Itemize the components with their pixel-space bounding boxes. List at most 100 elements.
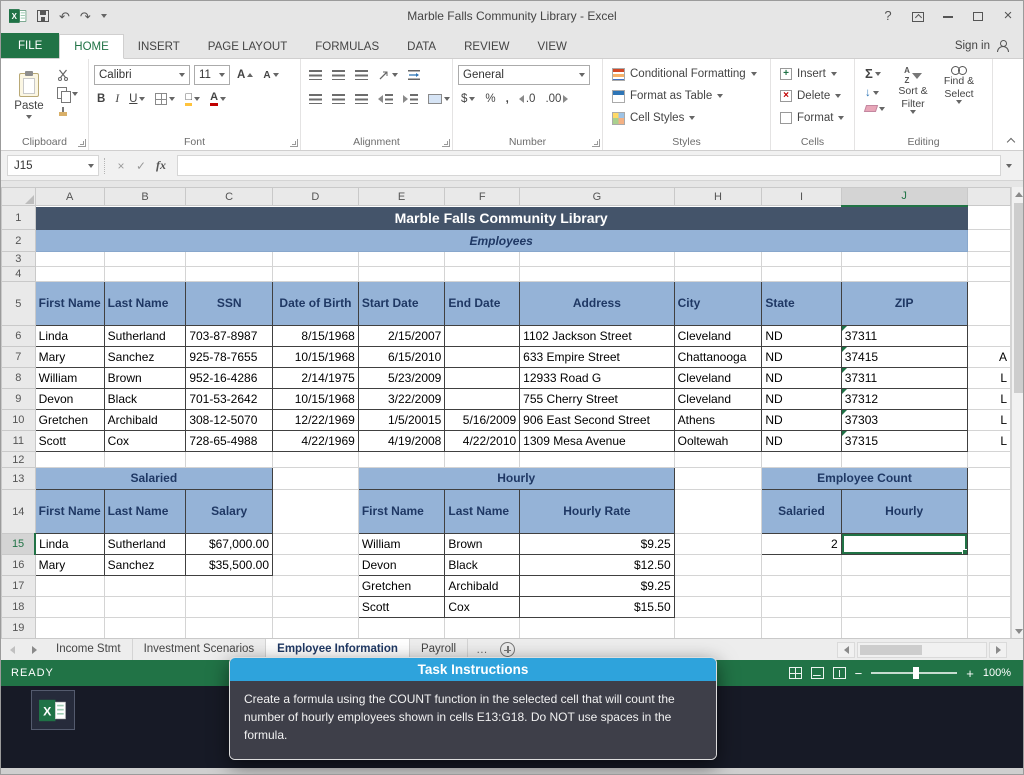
normal-view-button[interactable]	[788, 667, 802, 679]
cell-B10[interactable]: Archibald	[103, 409, 187, 431]
cell-I13[interactable]: Employee Count	[761, 467, 968, 490]
cell-A6[interactable]: Linda	[34, 325, 105, 347]
col-header-G[interactable]: G	[519, 187, 675, 206]
cell-I3[interactable]	[761, 251, 842, 267]
close-button[interactable]: ×	[993, 1, 1023, 31]
cell-G12[interactable]	[519, 451, 675, 468]
cell-F5[interactable]: End Date	[444, 281, 521, 326]
cell-D17[interactable]	[272, 575, 359, 597]
format-painter-button[interactable]	[54, 106, 81, 120]
redo-button[interactable]: ↷	[80, 10, 91, 23]
row-header-6[interactable]: 6	[1, 325, 36, 347]
cell-H15[interactable]	[673, 533, 763, 555]
cell-I6[interactable]: ND	[761, 325, 842, 347]
fill-color-button[interactable]: □	[182, 91, 203, 107]
align-top-button[interactable]	[306, 69, 325, 81]
col-header-A[interactable]: A	[34, 187, 105, 206]
cell-B4[interactable]	[103, 266, 187, 282]
font-color-button[interactable]: A	[207, 91, 229, 107]
align-bottom-button[interactable]	[352, 69, 371, 81]
cell-G14[interactable]: Hourly Rate	[519, 489, 675, 534]
grow-font-button[interactable]: A	[234, 68, 256, 82]
cell-C12[interactable]	[185, 451, 273, 468]
cell-D7[interactable]: 10/15/1968	[272, 346, 359, 368]
cell-F10[interactable]: 5/16/2009	[444, 409, 521, 431]
cell-C6[interactable]: 703-87-8987	[185, 325, 273, 347]
cell-G8[interactable]: 12933 Road G	[519, 367, 675, 389]
enter-formula-button[interactable]: ✓	[131, 159, 151, 173]
cell-C8[interactable]: 952-16-4286	[185, 367, 273, 389]
row-header-1[interactable]: 1	[1, 205, 36, 230]
cell-C16[interactable]: $35,500.00	[185, 554, 273, 576]
cell-H6[interactable]: Cleveland	[673, 325, 763, 347]
cell-D9[interactable]: 10/15/1968	[272, 388, 359, 410]
col-header-J[interactable]: J	[840, 187, 968, 207]
cell-K17[interactable]	[966, 575, 1011, 597]
comma-style-button[interactable]: ,	[503, 92, 512, 106]
help-button[interactable]: ?	[873, 1, 903, 31]
fill-button[interactable]: ↓	[862, 86, 888, 100]
shrink-font-button[interactable]: A	[260, 69, 281, 82]
cell-A19[interactable]	[34, 617, 105, 638]
cell-G10[interactable]: 906 East Second Street	[519, 409, 675, 431]
expand-formula-bar-button[interactable]	[1001, 163, 1017, 168]
italic-button[interactable]: I	[112, 92, 122, 106]
cell-B16[interactable]: Sanchez	[103, 554, 187, 576]
cell-C17[interactable]	[185, 575, 273, 597]
cell-A8[interactable]: William	[34, 367, 105, 389]
zoom-in-button[interactable]: +	[966, 667, 974, 680]
cell-I7[interactable]: ND	[761, 346, 842, 368]
cell-B3[interactable]	[103, 251, 187, 267]
save-button[interactable]	[37, 10, 49, 22]
cell-K3[interactable]	[966, 251, 1011, 267]
cell-E17[interactable]: Gretchen	[357, 575, 446, 597]
cell-H17[interactable]	[673, 575, 763, 597]
align-middle-button[interactable]	[329, 69, 348, 81]
paste-button[interactable]: Paste	[6, 63, 52, 125]
cell-H7[interactable]: Chattanooga	[673, 346, 763, 368]
number-format-combo[interactable]: General	[458, 65, 590, 85]
tab-view[interactable]: VIEW	[523, 35, 580, 58]
cell-K12[interactable]	[966, 451, 1011, 468]
cell-K19[interactable]	[966, 617, 1011, 638]
cell-A3[interactable]	[34, 251, 105, 267]
copy-button[interactable]	[54, 86, 81, 103]
cell-B18[interactable]	[103, 596, 187, 618]
cell-H4[interactable]	[673, 266, 763, 282]
cell-I9[interactable]: ND	[761, 388, 842, 410]
new-sheet-button[interactable]	[499, 642, 515, 657]
cell-F19[interactable]	[444, 617, 521, 638]
cell-B17[interactable]	[103, 575, 187, 597]
cell-J18[interactable]	[840, 596, 968, 618]
cell-D11[interactable]: 4/22/1969	[272, 430, 359, 452]
cell-G19[interactable]	[519, 617, 675, 638]
cell-K6[interactable]	[966, 325, 1011, 347]
cell-J8[interactable]: 37311	[840, 367, 968, 389]
cell-H8[interactable]: Cleveland	[673, 367, 763, 389]
cell-C14[interactable]: Salary	[185, 489, 273, 534]
cell-F8[interactable]	[444, 367, 521, 389]
number-dialog-launcher[interactable]	[592, 139, 600, 147]
cell-G4[interactable]	[519, 266, 675, 282]
row-header-3[interactable]: 3	[1, 251, 36, 267]
font-size-combo[interactable]: 11	[194, 65, 230, 85]
cell-J3[interactable]	[840, 251, 968, 267]
cell-D12[interactable]	[272, 451, 359, 468]
name-box[interactable]: J15	[7, 155, 99, 176]
sheet-nav-right[interactable]	[23, 639, 45, 660]
percent-style-button[interactable]: %	[482, 92, 498, 106]
restore-button[interactable]	[963, 1, 993, 31]
decrease-decimal-button[interactable]: .00	[542, 92, 571, 106]
cell-H10[interactable]: Athens	[673, 409, 763, 431]
col-header-I[interactable]: I	[761, 187, 842, 206]
cell-A9[interactable]: Devon	[34, 388, 105, 410]
tab-page-layout[interactable]: PAGE LAYOUT	[194, 35, 301, 58]
tab-data[interactable]: DATA	[393, 35, 450, 58]
cell-K5[interactable]	[966, 281, 1011, 326]
cell-G17[interactable]: $9.25	[519, 575, 675, 597]
cell-E13[interactable]: Hourly	[357, 467, 675, 490]
col-header-H[interactable]: H	[673, 187, 763, 206]
zoom-out-button[interactable]: −	[855, 667, 863, 680]
cell-C18[interactable]	[185, 596, 273, 618]
cell-H14[interactable]	[673, 489, 763, 534]
